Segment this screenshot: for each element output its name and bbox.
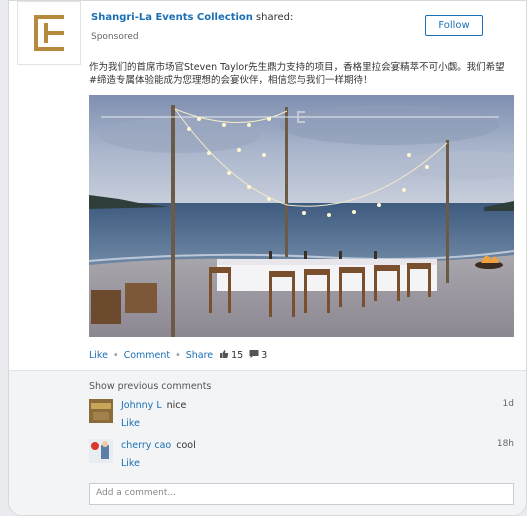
comment-author-name[interactable]: cherry cao (121, 440, 171, 451)
beach-dinner-photo (89, 95, 514, 337)
comment-count[interactable]: 3 (249, 349, 267, 362)
comment-timestamp: 1d (502, 399, 514, 409)
sponsored-label: Sponsored (91, 32, 139, 42)
post-actions-bar: Like • Comment • Share 15 3 (89, 349, 267, 362)
comment-count-value: 3 (261, 350, 268, 361)
avatar[interactable] (89, 399, 113, 423)
feed-post-card: Shangri-La Events Collection shared: Spon… (8, 0, 527, 516)
share-link[interactable]: Share (186, 350, 213, 361)
like-count[interactable]: 15 (219, 349, 243, 362)
comment-author-name[interactable]: Johnny L (121, 400, 162, 411)
post-image[interactable] (89, 95, 514, 337)
comment-author-link: cherry cao cool (121, 440, 196, 451)
company-logo[interactable] (17, 1, 81, 65)
post-body-text: 作为我们的首席市场官Steven Taylor先生鼎力支持的项目，香格里拉会宴精… (89, 62, 505, 86)
separator-dot: • (112, 350, 119, 361)
author-name-link[interactable]: Shangri-La Events Collection (91, 12, 253, 23)
add-comment-input[interactable]: Add a comment... (89, 483, 514, 505)
comment-author-link: Johnny L nice (121, 400, 186, 411)
comment-like-link[interactable]: Like (121, 418, 140, 429)
comment-link[interactable]: Comment (124, 350, 171, 361)
comment-text: nice (166, 400, 187, 411)
separator-dot: • (175, 350, 181, 361)
comments-section: Show previous comments Johnny L nice Like… (9, 370, 526, 515)
comment-like-link[interactable]: Like (121, 458, 140, 469)
avatar[interactable] (89, 439, 113, 463)
comment-text: cool (176, 440, 196, 451)
thumbs-up-icon (219, 349, 229, 362)
shangri-la-logo-icon (34, 15, 64, 51)
show-previous-comments-link[interactable]: Show previous comments (89, 381, 211, 392)
comment-timestamp: 18h (496, 439, 514, 449)
post-header: Shangri-La Events Collection shared: (91, 12, 293, 23)
comment-bubble-icon (249, 349, 259, 362)
post-action-text: shared: (255, 12, 294, 23)
follow-button[interactable]: Follow (425, 15, 483, 36)
like-link[interactable]: Like (89, 350, 108, 361)
like-count-value: 15 (231, 350, 244, 361)
